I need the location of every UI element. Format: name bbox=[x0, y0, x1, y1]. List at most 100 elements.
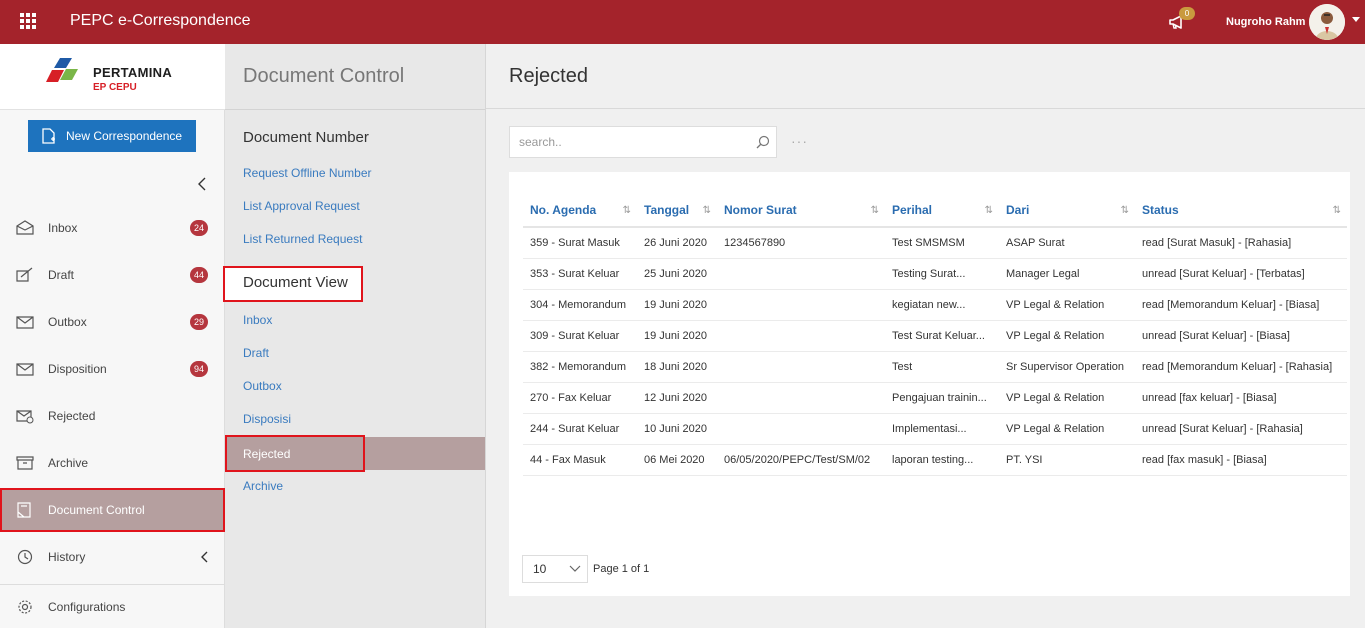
table-row[interactable]: 270 - Fax Keluar 12 Juni 2020 Pengajuan tr… bbox=[523, 382, 1347, 414]
sidebar-item-archive[interactable]: Archive bbox=[0, 441, 225, 485]
user-menu-caret-icon[interactable] bbox=[1352, 17, 1360, 22]
document-control-icon bbox=[17, 502, 31, 518]
user-name[interactable]: Nugroho Rahm bbox=[1226, 16, 1305, 28]
column-header-tanggal[interactable]: Tanggal ⇅ bbox=[637, 194, 717, 228]
sort-icon[interactable]: ⇅ bbox=[1333, 205, 1341, 216]
sort-icon[interactable]: ⇅ bbox=[703, 205, 711, 216]
table-row[interactable]: 353 - Surat Keluar 25 Juni 2020 Testing Su… bbox=[523, 258, 1347, 290]
sidebar-item-configurations[interactable]: Configurations bbox=[0, 585, 225, 628]
link-outbox[interactable]: Outbox bbox=[243, 379, 282, 393]
page-size-select[interactable]: 10 bbox=[522, 555, 588, 583]
table-cell: Implementasi... bbox=[885, 413, 999, 445]
results-card: No. Agenda ⇅ Tanggal ⇅ Nomor Surat ⇅ Periha… bbox=[509, 172, 1350, 596]
table-cell: VP Legal & Relation bbox=[999, 289, 1135, 321]
column-header-perihal[interactable]: Perihal ⇅ bbox=[885, 194, 999, 228]
table-row[interactable]: 359 - Surat Masuk 26 Juni 2020 1234567890 T… bbox=[523, 227, 1347, 259]
sidebar: PERTAMINA EP CEPU New Correspondence Inb… bbox=[0, 44, 225, 628]
table-cell: unread [Surat Keluar] - [Terbatas] bbox=[1135, 258, 1347, 290]
new-correspondence-button[interactable]: New Correspondence bbox=[28, 120, 196, 152]
table-cell: 10 Juni 2020 bbox=[637, 413, 717, 445]
table-row[interactable]: 304 - Memorandum 19 Juni 2020 kegiatan new… bbox=[523, 289, 1347, 321]
panel-header: Document Control bbox=[225, 44, 485, 110]
table-cell: VP Legal & Relation bbox=[999, 413, 1135, 445]
table-cell: 244 - Surat Keluar bbox=[523, 413, 637, 445]
table-cell: kegiatan new... bbox=[885, 289, 999, 321]
table-cell: 19 Juni 2020 bbox=[637, 320, 717, 352]
search-icon[interactable] bbox=[756, 135, 770, 149]
sort-icon[interactable]: ⇅ bbox=[623, 205, 631, 216]
table-row[interactable]: 244 - Surat Keluar 10 Juni 2020 Implementa… bbox=[523, 413, 1347, 445]
count-badge: 94 bbox=[190, 361, 208, 377]
notification-badge: 0 bbox=[1179, 7, 1195, 20]
link-archive[interactable]: Archive bbox=[243, 479, 283, 493]
table-cell bbox=[717, 289, 885, 321]
column-header-status[interactable]: Status ⇅ bbox=[1135, 194, 1347, 228]
table-cell: laporan testing... bbox=[885, 444, 999, 476]
link-list-returned-request[interactable]: List Returned Request bbox=[243, 232, 362, 246]
column-header-dari[interactable]: Dari ⇅ bbox=[999, 194, 1135, 228]
sidebar-item-document-control[interactable]: Document Control bbox=[0, 488, 225, 532]
link-request-offline-number[interactable]: Request Offline Number bbox=[243, 166, 372, 180]
table-cell: VP Legal & Relation bbox=[999, 320, 1135, 352]
sidebar-item-label: Inbox bbox=[48, 221, 78, 235]
table-cell: ASAP Surat bbox=[999, 227, 1135, 259]
table-cell: 309 - Surat Keluar bbox=[523, 320, 637, 352]
link-inbox[interactable]: Inbox bbox=[243, 313, 272, 327]
chevron-down-icon bbox=[569, 565, 581, 572]
sidebar-item-label: Draft bbox=[48, 268, 75, 282]
table-row[interactable]: 382 - Memorandum 18 Juni 2020 Test Sr Super… bbox=[523, 351, 1347, 383]
pertamina-logo-icon bbox=[46, 58, 78, 82]
table-row[interactable]: 309 - Surat Keluar 19 Juni 2020 Test Surat… bbox=[523, 320, 1347, 352]
chevron-left-icon[interactable] bbox=[196, 177, 208, 191]
section-document-number: Document Number bbox=[243, 129, 369, 146]
column-label: Dari bbox=[1006, 203, 1030, 217]
table-cell: 304 - Memorandum bbox=[523, 289, 637, 321]
table-header-row: No. Agenda ⇅ Tanggal ⇅ Nomor Surat ⇅ Periha… bbox=[523, 194, 1347, 228]
sidebar-item-outbox[interactable]: Outbox 29 bbox=[0, 300, 225, 344]
sidebar-item-disposition[interactable]: Disposition 94 bbox=[0, 347, 225, 391]
more-options-icon[interactable]: ··· bbox=[791, 133, 808, 149]
table-row[interactable]: 44 - Fax Masuk 06 Mei 2020 06/05/2020/PEPC… bbox=[523, 444, 1347, 476]
table-cell: 359 - Surat Masuk bbox=[523, 227, 637, 259]
table-cell: unread [fax keluar] - [Biasa] bbox=[1135, 382, 1347, 414]
avatar[interactable] bbox=[1309, 4, 1345, 40]
apps-grid-icon[interactable] bbox=[20, 13, 36, 29]
sidebar-item-draft[interactable]: Draft 44 bbox=[0, 253, 225, 297]
column-label: Perihal bbox=[892, 203, 933, 217]
link-rejected[interactable]: Rejected bbox=[243, 447, 290, 461]
link-list-approval-request[interactable]: List Approval Request bbox=[243, 199, 360, 213]
table-cell: read [Surat Masuk] - [Rahasia] bbox=[1135, 227, 1347, 259]
panel-title: Document Control bbox=[243, 65, 405, 87]
sort-icon[interactable]: ⇅ bbox=[871, 205, 879, 216]
column-label: Status bbox=[1142, 203, 1179, 217]
sidebar-item-rejected[interactable]: Rejected bbox=[0, 394, 225, 438]
count-badge: 44 bbox=[190, 267, 208, 283]
logo: PERTAMINA EP CEPU bbox=[0, 44, 225, 110]
link-disposisi[interactable]: Disposisi bbox=[243, 412, 291, 426]
sidebar-item-label: Rejected bbox=[48, 409, 96, 423]
sidebar-item-label: Archive bbox=[48, 456, 89, 470]
sort-icon[interactable]: ⇅ bbox=[985, 205, 993, 216]
table-cell bbox=[717, 320, 885, 352]
history-icon bbox=[17, 549, 33, 565]
sort-icon[interactable]: ⇅ bbox=[1121, 205, 1129, 216]
link-draft[interactable]: Draft bbox=[243, 346, 269, 360]
search-input[interactable] bbox=[510, 127, 750, 157]
table-cell: 06/05/2020/PEPC/Test/SM/02 bbox=[717, 444, 885, 476]
new-correspondence-label: New Correspondence bbox=[66, 129, 183, 143]
count-badge: 29 bbox=[190, 314, 208, 330]
sidebar-item-history[interactable]: History bbox=[0, 535, 225, 579]
main-header: Rejected bbox=[486, 44, 1365, 109]
column-header-no-agenda[interactable]: No. Agenda ⇅ bbox=[523, 194, 637, 228]
table-cell: 12 Juni 2020 bbox=[637, 382, 717, 414]
column-header-nomor-surat[interactable]: Nomor Surat ⇅ bbox=[717, 194, 885, 228]
table-cell: Manager Legal bbox=[999, 258, 1135, 290]
table-cell: 18 Juni 2020 bbox=[637, 351, 717, 383]
page-info: Page 1 of 1 bbox=[593, 563, 650, 575]
section-document-view-label: Document View bbox=[243, 274, 348, 291]
table-cell: 25 Juni 2020 bbox=[637, 258, 717, 290]
sidebar-item-inbox[interactable]: Inbox 24 bbox=[0, 206, 225, 250]
table-cell: Testing Surat... bbox=[885, 258, 999, 290]
search-box bbox=[509, 126, 777, 158]
chevron-left-icon[interactable] bbox=[200, 551, 210, 563]
